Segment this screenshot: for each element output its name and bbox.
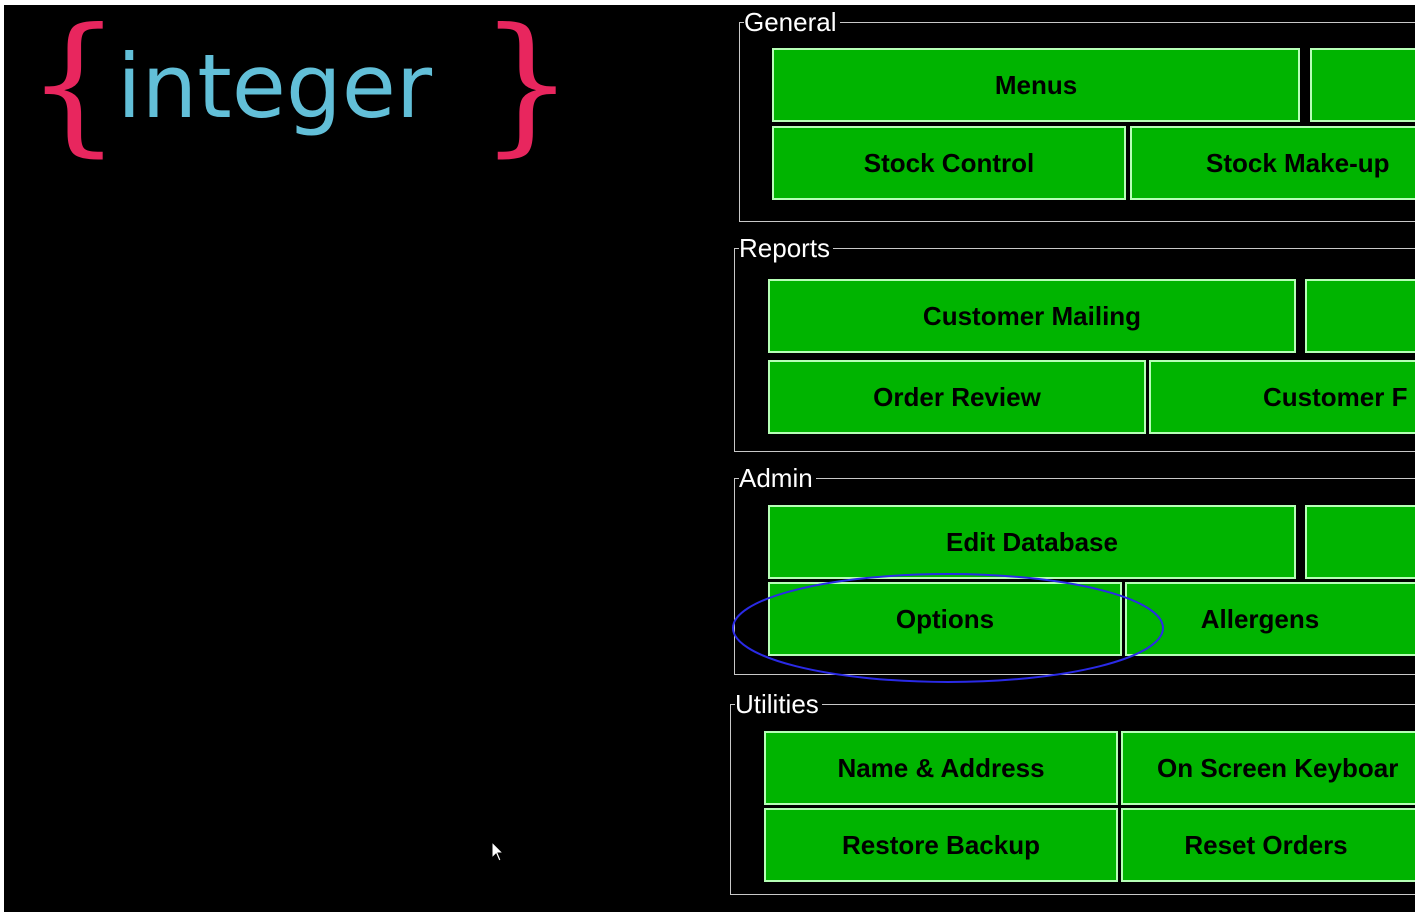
customer-mailing-button[interactable]: Customer Mailing: [768, 279, 1296, 353]
options-button[interactable]: Options: [768, 582, 1122, 656]
menus-button[interactable]: Menus: [772, 48, 1300, 122]
mouse-pointer-icon: [491, 841, 505, 862]
group-utilities-title: Utilities: [735, 689, 822, 719]
allergens-button[interactable]: Allergens: [1125, 582, 1415, 656]
group-admin-title: Admin: [739, 463, 816, 493]
integer-logo: { integer }: [26, 5, 574, 171]
order-review-button[interactable]: Order Review: [768, 360, 1146, 434]
reports-hidden-button[interactable]: [1305, 279, 1415, 353]
group-utilities: Utilities Name & Address On Screen Keybo…: [730, 689, 1415, 895]
name-address-button[interactable]: Name & Address: [764, 731, 1118, 805]
logo-wordmark: integer: [117, 35, 433, 138]
reset-orders-button[interactable]: Reset Orders: [1121, 808, 1415, 882]
stock-control-button[interactable]: Stock Control: [772, 126, 1126, 200]
group-reports: Reports Customer Mailing Order Review Cu…: [734, 233, 1415, 452]
logo-brace-close: }: [479, 5, 574, 171]
group-general: General Menus Stock Control Stock Make-u…: [739, 7, 1415, 222]
restore-backup-button[interactable]: Restore Backup: [764, 808, 1118, 882]
group-general-title: General: [744, 7, 840, 37]
stock-makeup-button[interactable]: Stock Make-up: [1130, 126, 1415, 200]
app-screen: { integer } General Menus Stock Control …: [4, 5, 1415, 912]
general-hidden-button[interactable]: [1310, 48, 1415, 122]
customer-partial-button[interactable]: Customer F: [1149, 360, 1415, 434]
logo-brace-open: {: [26, 5, 121, 171]
admin-hidden-button[interactable]: [1305, 505, 1415, 579]
on-screen-keyboard-button[interactable]: On Screen Keyboar: [1121, 731, 1415, 805]
group-reports-title: Reports: [739, 233, 834, 263]
edit-database-button[interactable]: Edit Database: [768, 505, 1296, 579]
group-admin: Admin Edit Database Options Allergens: [734, 463, 1415, 675]
